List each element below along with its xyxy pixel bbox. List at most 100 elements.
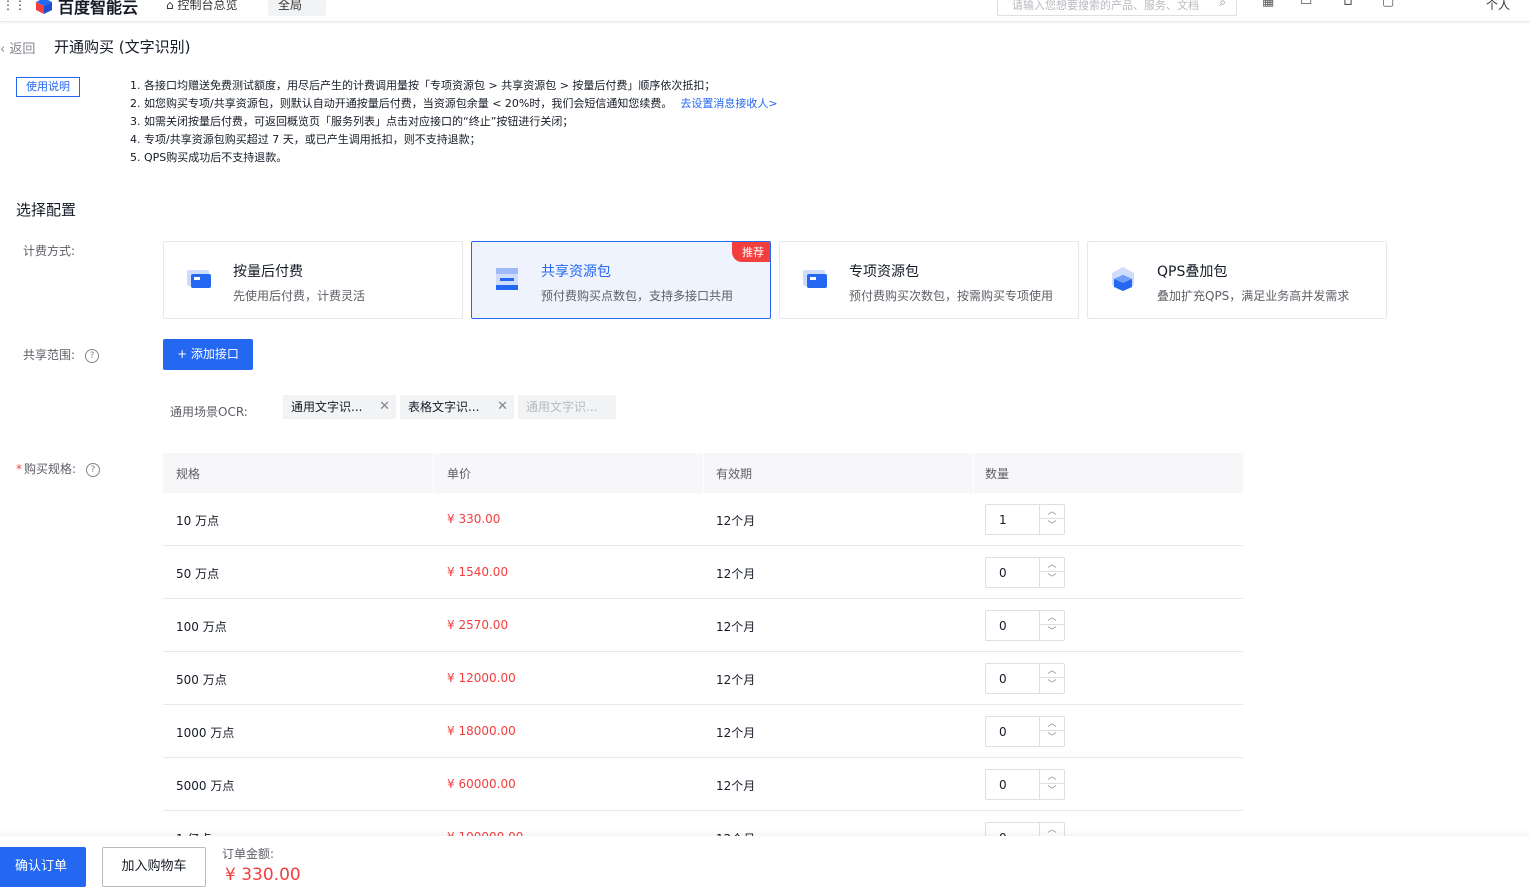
quantity-input[interactable]: 1 [999,513,1007,527]
chevron-up-icon[interactable]: ︿ [1040,823,1064,837]
order-amount-label: 订单金额: [222,847,275,861]
purchase-spec-text: 购买规格: [24,462,77,476]
note-line: 2. 如您购买专项/共享资源包，则默认自动开通按量后付费，当资源包余量 < 20… [130,95,778,113]
billing-icon[interactable]: ▦ [1262,0,1274,9]
region-select[interactable]: 全局 [268,0,326,16]
quantity-input[interactable]: 0 [999,725,1007,739]
chevron-up-icon[interactable]: ︿ [1040,770,1064,784]
price-cell: ¥ 2570.00 [447,618,509,632]
quantity-input[interactable]: 0 [999,778,1007,792]
chevron-down-icon[interactable]: ﹀ [1040,678,1064,692]
quantity-stepper[interactable]: 0 ︿ ﹀ [985,716,1065,747]
search-input[interactable]: 请输入您想要搜索的产品、服务、文档 [1012,0,1199,13]
help-icon[interactable]: ? [85,348,100,363]
table-row: 1000 万点 ¥ 18000.00 12个月 0 ︿ ﹀ [163,705,1243,758]
table-row: 50 万点 ¥ 1540.00 12个月 0 ︿ ﹀ [163,546,1243,599]
quantity-stepper[interactable]: 0 ︿ ﹀ [985,557,1065,588]
validity-cell: 12个月 [716,673,756,687]
price-cell: ¥ 12000.00 [447,671,516,685]
table-row: 10 万点 ¥ 330.00 12个月 1 ︿ ﹀ [163,493,1243,546]
column-header-validity: 有效期 [716,467,753,481]
apps-grid-icon[interactable]: ⋮⋮ [2,0,26,12]
table-row: 5000 万点 ¥ 60000.00 12个月 0 ︿ ﹀ [163,758,1243,811]
note-line: 3. 如需关闭按量后付费，可返回概览页「服务列表」点击对应接口的“终止”按钮进行… [130,115,574,128]
billing-card-qps[interactable]: QPS叠加包 叠加扩充QPS，满足业务高并发需求 [1087,241,1387,319]
chevron-down-icon[interactable]: ﹀ [1040,784,1064,798]
quantity-stepper[interactable]: 0 ︿ ﹀ [985,769,1065,800]
quantity-stepper[interactable]: 0 ︿ ﹀ [985,610,1065,641]
cart-icon[interactable]: ⊔ [1343,0,1353,9]
global-search[interactable]: 请输入您想要搜索的产品、服务、文档 ⌕ [997,0,1237,16]
share-scope-text: 共享范围: [23,348,76,362]
table-row: 500 万点 ¥ 12000.00 12个月 0 ︿ ﹀ [163,652,1243,705]
chevron-up-icon[interactable]: ︿ [1040,664,1064,678]
chevron-down-icon[interactable]: ﹀ [1040,572,1064,586]
chevron-up-icon[interactable]: ︿ [1040,611,1064,625]
billing-card-shared-package[interactable]: 共享资源包 预付费购买点数包，支持多接口共用 推荐 [471,241,771,319]
tag-label: 表格文字识... [408,400,480,414]
qps-cube-icon [1112,267,1134,291]
share-scope-label: 共享范围:? [23,346,100,363]
card-title: 按量后付费 [233,264,303,280]
quantity-input[interactable]: 0 [999,619,1007,633]
message-icon[interactable]: ▭ [1300,0,1312,9]
interface-tag: 通用文字识... ✕ [283,395,396,419]
chevron-down-icon[interactable]: ﹀ [1040,519,1064,533]
validity-cell: 12个月 [716,620,756,634]
add-interface-button[interactable]: + 添加接口 [163,339,253,370]
postpaid-icon [187,270,211,288]
user-menu[interactable]: 个人 [1486,0,1510,13]
validity-cell: 12个月 [716,567,756,581]
recommended-badge: 推荐 [732,242,770,262]
spec-cell: 10 万点 [176,514,220,528]
add-to-cart-button[interactable]: 加入购物车 [102,847,206,887]
quantity-input[interactable]: 0 [999,672,1007,686]
search-icon[interactable]: ⌕ [1219,0,1226,10]
interface-select-input[interactable]: 通用文字识... [518,395,616,419]
confirm-order-button[interactable]: 确认订单 [0,847,86,887]
note-line: 4. 专项/共享资源包购买超过 7 天，或已产生调用抵扣，则不支持退款； [130,133,481,146]
chevron-up-icon[interactable]: ︿ [1040,717,1064,731]
tag-label: 通用文字识... [291,400,363,414]
column-header-spec: 规格 [176,467,201,481]
spec-table: 规格 单价 有效期 数量 10 万点 ¥ 330.00 12个月 1 ︿ ﹀ 5… [163,453,1243,864]
note-line: 1. 各接口均赠送免费测试额度，用尽后产生的计费调用量按「专项资源包 > 共享资… [130,79,716,92]
nav-overview[interactable]: ⌂ 控制台总览 [166,0,237,13]
column-header-quantity: 数量 [985,467,1010,481]
chevron-up-icon[interactable]: ︿ [1040,558,1064,572]
interface-tag: 表格文字识... ✕ [400,395,514,419]
table-header: 规格 单价 有效期 数量 [163,453,1243,493]
logo-icon[interactable] [34,0,54,16]
shared-package-icon [496,268,518,290]
chevron-down-icon[interactable]: ﹀ [1040,625,1064,639]
close-icon[interactable]: ✕ [497,395,508,419]
section-title: 选择配置 [16,201,77,219]
stepper-arrows: ︿ ﹀ [1039,664,1064,693]
price-cell: ¥ 330.00 [447,512,501,526]
billing-card-dedicated-package[interactable]: 专项资源包 预付费购买次数包，按需购买专项使用 [779,241,1079,319]
help-icon[interactable]: ? [86,462,101,477]
column-header-price: 单价 [447,467,472,481]
stepper-arrows: ︿ ﹀ [1039,717,1064,746]
back-label: 返回 [9,42,36,57]
back-link[interactable]: ‹ 返回 [0,38,35,57]
card-title: 专项资源包 [849,264,919,280]
quantity-stepper[interactable]: 1 ︿ ﹀ [985,504,1065,535]
card-desc: 叠加扩充QPS，满足业务高并发需求 [1157,289,1350,303]
price-cell: ¥ 60000.00 [447,777,516,791]
quantity-stepper[interactable]: 0 ︿ ﹀ [985,663,1065,694]
quantity-input[interactable]: 0 [999,566,1007,580]
order-amount: ¥ 330.00 [225,865,301,885]
card-title: 共享资源包 [541,264,611,280]
billing-card-postpaid[interactable]: 按量后付费 先使用后付费，计费灵活 [163,241,463,319]
usage-guide-button[interactable]: 使用说明 [16,77,80,97]
close-icon[interactable]: ✕ [379,395,390,419]
message-receiver-link[interactable]: 去设置消息接收人> [680,97,777,110]
price-cell: ¥ 1540.00 [447,565,509,579]
doc-icon[interactable]: ▢ [1382,0,1394,9]
spec-cell: 50 万点 [176,567,220,581]
chevron-down-icon[interactable]: ﹀ [1040,731,1064,745]
card-desc: 预付费购买次数包，按需购买专项使用 [849,289,1054,303]
chevron-up-icon[interactable]: ︿ [1040,505,1064,519]
logo-text[interactable]: 百度智能云 [58,0,138,18]
